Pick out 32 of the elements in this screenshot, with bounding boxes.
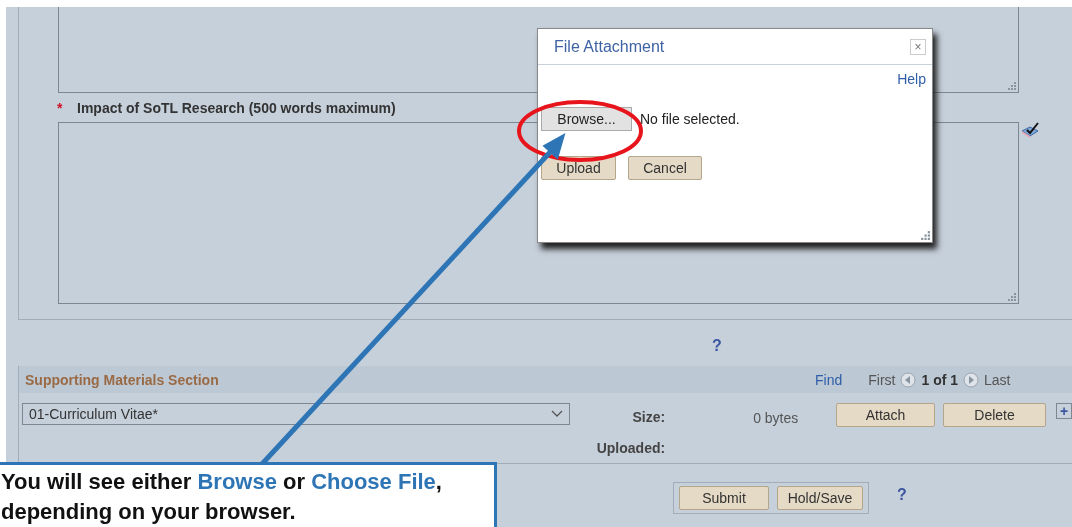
- size-value: 0 bytes: [753, 410, 800, 426]
- close-button[interactable]: ×: [910, 38, 926, 55]
- required-mark: *: [57, 99, 64, 116]
- document-type-select[interactable]: 01-Curriculum Vitae*: [22, 403, 571, 425]
- delete-button[interactable]: Delete: [943, 403, 1046, 427]
- help-link[interactable]: Help: [897, 71, 926, 87]
- previous-icon[interactable]: [900, 371, 917, 388]
- page-counter: 1 of 1: [921, 371, 959, 388]
- resize-grip-icon[interactable]: [1007, 292, 1016, 301]
- attach-button[interactable]: Attach: [836, 403, 935, 427]
- browse-button[interactable]: Browse...: [541, 107, 632, 131]
- hold-save-button[interactable]: Hold/Save: [777, 486, 863, 510]
- callout-text: You will see either Browse or Choose File, depending on your browser.: [1, 468, 443, 526]
- last-label: Last: [984, 371, 1011, 388]
- submit-button[interactable]: Submit: [679, 486, 769, 510]
- size-label: Size:: [631, 409, 666, 425]
- find-link[interactable]: Find: [815, 371, 843, 388]
- help-icon[interactable]: ?: [897, 486, 907, 504]
- chevron-down-icon: [551, 410, 564, 418]
- file-status: No file selected.: [640, 111, 740, 127]
- next-icon[interactable]: [963, 371, 980, 388]
- spell-check-icon[interactable]: [1021, 122, 1041, 140]
- resize-grip-icon[interactable]: [920, 230, 930, 240]
- section-title: Supporting Materials Section: [25, 371, 220, 388]
- add-row-button[interactable]: +: [1056, 403, 1072, 419]
- first-label: First: [868, 371, 896, 388]
- cancel-button[interactable]: Cancel: [628, 156, 702, 180]
- dialog-title: File Attachment: [554, 37, 665, 56]
- field-label: Impact of SoTL Research (500 words maximum): [77, 99, 396, 116]
- uploaded-label: Uploaded:: [595, 440, 666, 456]
- help-icon[interactable]: ?: [712, 337, 722, 355]
- resize-grip-icon[interactable]: [1007, 81, 1016, 90]
